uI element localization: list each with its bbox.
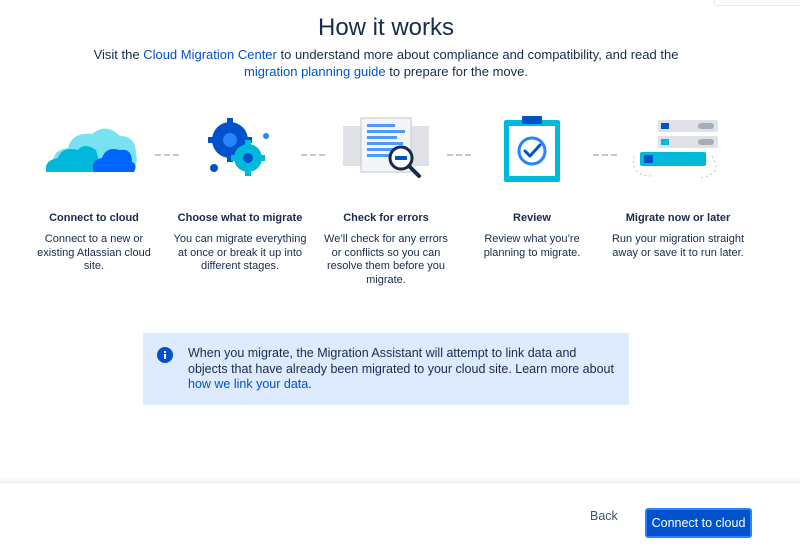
step-title: Choose what to migrate — [177, 212, 303, 224]
step-choose-what-to-migrate: Choose what to migrate You can migrate e… — [166, 112, 314, 274]
step-migrate-now-or-later: Migrate now or later Run your migration … — [604, 112, 752, 260]
clipboard-check-icon — [458, 112, 606, 192]
cloud-migration-center-link[interactable]: Cloud Migration Center — [143, 47, 277, 62]
step-description: We’ll check for any errors or conflicts … — [324, 233, 448, 286]
step-description: Review what you’re planning to migrate. — [483, 233, 581, 259]
list-schedule-icon — [604, 112, 752, 192]
info-text: When you migrate, the Migration Assistan… — [188, 346, 614, 391]
step-title: Check for errors — [343, 212, 429, 224]
step-connect-to-cloud: Connect to cloud Connect to a new or exi… — [20, 112, 168, 274]
footer-bar: Back Connect to cloud — [0, 482, 800, 552]
step-title: Review — [513, 212, 551, 224]
info-icon — [157, 347, 173, 363]
back-button[interactable]: Back — [590, 509, 618, 523]
page-title: How it works — [317, 14, 455, 41]
gears-icon — [166, 112, 314, 192]
connect-to-cloud-button[interactable]: Connect to cloud — [645, 508, 752, 538]
migration-planning-guide-link[interactable]: migration planning guide — [244, 64, 386, 79]
step-review: Review Review what you’re planning to mi… — [458, 112, 606, 260]
cloud-icon — [20, 112, 168, 192]
step-check-for-errors: Check for errors We’ll check for any err… — [312, 112, 460, 287]
step-title: Connect to cloud — [49, 212, 139, 224]
how-we-link-your-data-link[interactable]: how we link your data — [188, 377, 308, 391]
intro-text: Visit the Cloud Migration Center to unde… — [93, 47, 679, 79]
step-description: Connect to a new or existing Atlassian c… — [37, 233, 151, 272]
magnifier-documents-icon — [312, 112, 460, 192]
step-description: Run your migration straight away or save… — [611, 233, 745, 259]
step-title: Migrate now or later — [625, 212, 731, 224]
info-banner: When you migrate, the Migration Assistan… — [143, 333, 629, 405]
step-description: You can migrate everything at once or br… — [173, 233, 307, 272]
steps-row: Connect to cloud Connect to a new or exi… — [20, 112, 760, 302]
window-edge — [714, 0, 800, 6]
